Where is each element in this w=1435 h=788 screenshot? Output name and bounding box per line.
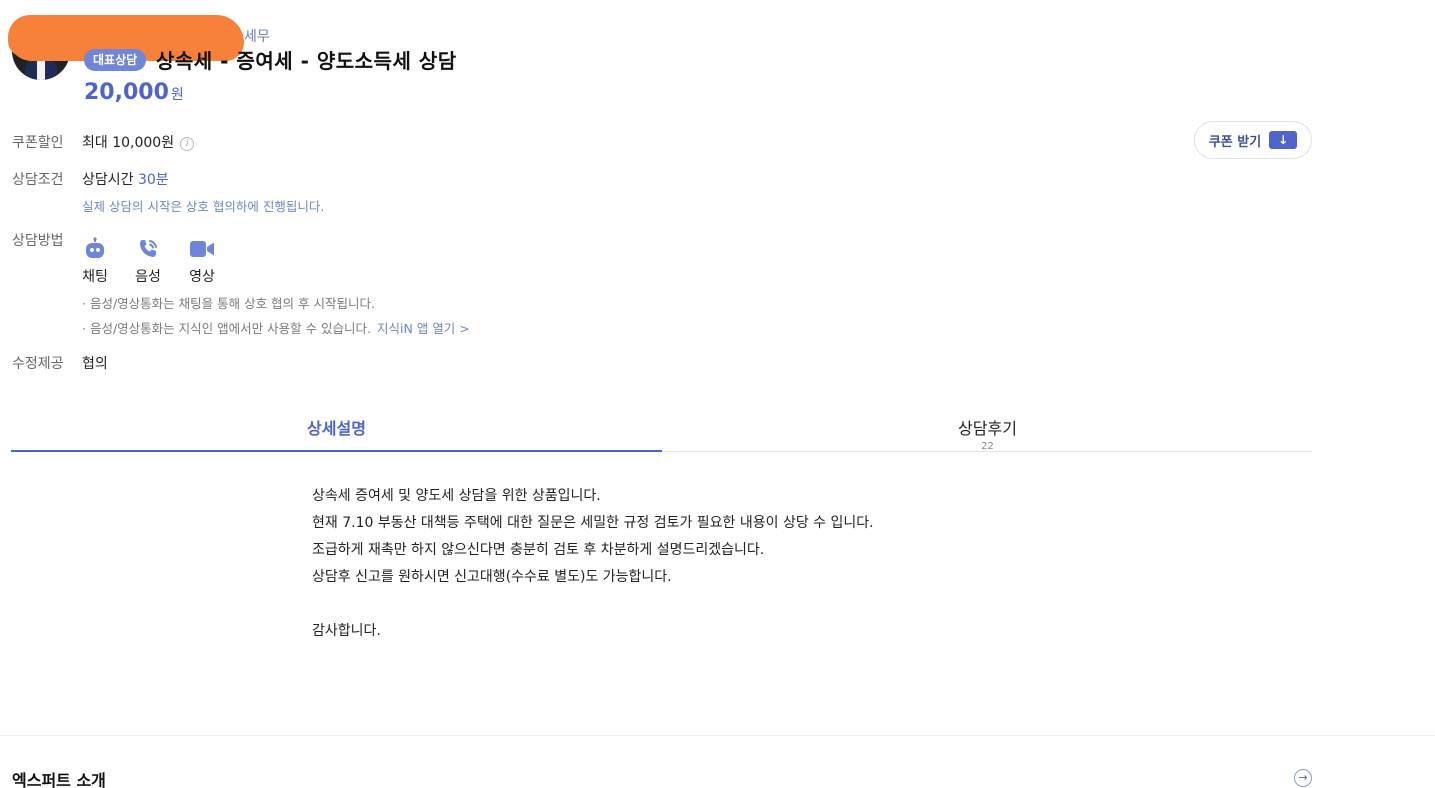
description-line: 상속세 증여세 및 양도세 상담을 위한 상품입니다.: [312, 488, 601, 504]
avatar-shirt: [37, 60, 45, 80]
active-tab-indicator: [11, 450, 662, 452]
coupon-label: 쿠폰할인: [12, 135, 64, 151]
method-label: 상담방법: [12, 233, 64, 249]
info-icon[interactable]: i: [180, 137, 195, 151]
description-line: 감사합니다.: [312, 623, 381, 639]
coupon-value-wrap: 최대 10,000원 i: [82, 132, 195, 152]
price-amount: 20,000: [84, 80, 169, 105]
method-video-label: 영상: [189, 269, 215, 285]
expert-intro-title: 엑스퍼트 소개: [12, 771, 106, 788]
open-app-link[interactable]: 지식iN 앱 열기 >: [377, 321, 470, 336]
tab-detail-label: 상세설명: [307, 419, 366, 438]
condition-note: 실제 상담의 시작은 상호 협의하에 진행됩니다.: [82, 199, 325, 214]
method-chat-label: 채팅: [82, 269, 108, 285]
tab-detail[interactable]: 상세설명: [11, 404, 662, 452]
method-chat[interactable]: 채팅: [75, 236, 115, 286]
consult-time-value: 30분: [137, 172, 169, 188]
description-line: 현재 7.10 부동산 대책등 주택에 대한 질문은 세밀한 규정 검토가 필요…: [312, 515, 874, 531]
phone-icon: [128, 236, 168, 262]
arrow-right-icon[interactable]: →: [1294, 769, 1312, 787]
price: 20,000 원: [84, 80, 184, 105]
method-note-1: · 음성/영상통화는 채팅을 통해 상호 협의 후 시작됩니다.: [82, 296, 375, 311]
get-coupon-label: 쿠폰 받기: [1208, 134, 1262, 150]
product-description: 상속세 증여세 및 양도세 상담을 위한 상품입니다. 현재 7.10 부동산 …: [312, 486, 874, 648]
consult-time: 상담시간 30분: [82, 169, 169, 189]
revision-value: 협의: [82, 356, 108, 372]
download-icon: ↓: [1269, 131, 1298, 149]
page-title: 상속세 - 증여세 - 양도소득세 상담: [156, 49, 457, 73]
tab-reviews[interactable]: 상담후기 22: [662, 404, 1313, 452]
representative-badge: 대표상담: [84, 49, 147, 71]
section-divider: [0, 735, 1435, 736]
condition-label: 상담조건: [12, 172, 64, 188]
method-voice[interactable]: 음성: [128, 236, 168, 286]
method-voice-label: 음성: [135, 269, 161, 285]
get-coupon-button[interactable]: 쿠폰 받기 ↓: [1194, 121, 1312, 159]
method-video[interactable]: 영상: [182, 236, 222, 286]
description-line: 조급하게 재촉만 하지 않으신다면 충분히 검토 후 차분하게 설명드리겠습니다…: [312, 542, 765, 558]
coupon-value: 최대 10,000원: [82, 135, 175, 151]
redaction-mark: [8, 25, 70, 57]
method-note-2: · 음성/영상통화는 지식인 앱에서만 사용할 수 있습니다.: [82, 321, 371, 336]
chat-bot-icon: [75, 236, 115, 262]
revision-label: 수정제공: [12, 356, 64, 372]
video-icon: [182, 236, 222, 262]
description-line: [312, 594, 874, 621]
consult-time-label: 상담시간: [82, 172, 134, 188]
method-note-2-wrap: · 음성/영상통화는 지식인 앱에서만 사용할 수 있습니다. 지식iN 앱 열기…: [82, 318, 470, 337]
tab-reviews-label: 상담후기: [958, 419, 1017, 438]
description-line: 상담후 신고를 원하시면 신고대행(수수료 별도)도 가능합니다.: [312, 569, 672, 585]
expert-category: 세무: [244, 29, 270, 45]
product-page: 세무 대표상담 상속세 - 증여세 - 양도소득세 상담 20,000 원 쿠폰할…: [0, 0, 1435, 788]
price-unit: 원: [170, 87, 184, 103]
